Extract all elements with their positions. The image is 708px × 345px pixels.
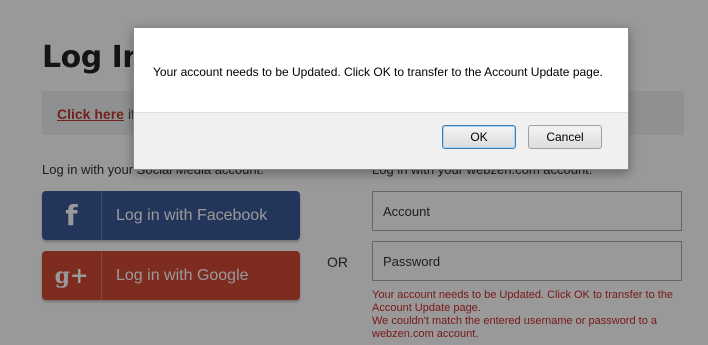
ok-button[interactable]: OK [442,125,516,149]
confirm-dialog: Your account needs to be Updated. Click … [133,27,629,170]
cancel-button[interactable]: Cancel [528,125,602,149]
dialog-message: Your account needs to be Updated. Click … [153,65,603,79]
dialog-footer: OK Cancel [134,112,628,169]
